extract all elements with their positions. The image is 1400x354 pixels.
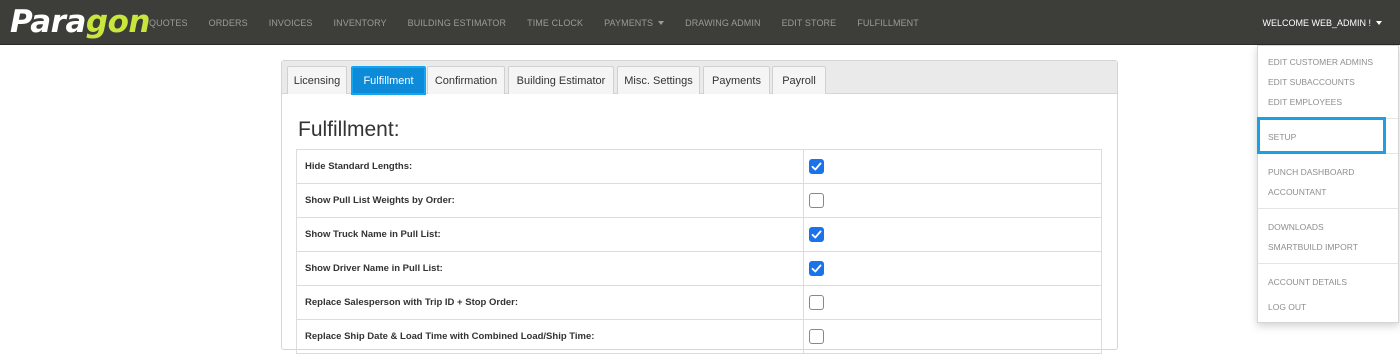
page-title: Fulfillment:: [298, 118, 400, 141]
nav-orders[interactable]: ORDERS: [209, 18, 248, 28]
table-row: Show Driver Name in Pull List:: [296, 251, 1102, 286]
nav-payments-dropdown[interactable]: PAYMENTS: [604, 17, 665, 28]
tab-fulfillment[interactable]: Fulfillment: [351, 66, 426, 95]
setting-checkbox[interactable]: [809, 260, 824, 276]
main-nav: QUOTES ORDERS INVOICES INVENTORY BUILDIN…: [149, 0, 940, 45]
menu-item-downloads[interactable]: DOWNLOADS: [1268, 222, 1324, 232]
nav-quotes[interactable]: QUOTES: [149, 18, 188, 28]
setting-label: Show Pull List Weights by Order:: [296, 183, 804, 218]
menu-item-smartbuild-import[interactable]: SMARTBUILD IMPORT: [1268, 242, 1358, 252]
setting-value-cell: [803, 285, 1102, 320]
table-row: Show Truck Name in Pull List:: [296, 217, 1102, 252]
setting-value-cell: [803, 251, 1102, 286]
logo-text-gon: gon: [85, 4, 151, 40]
caret-down-icon: [658, 20, 665, 25]
tab-misc-settings[interactable]: Misc. Settings: [617, 66, 700, 94]
nav-invoices[interactable]: INVOICES: [269, 18, 313, 28]
setting-value-cell: [803, 319, 1102, 354]
setting-value-cell: [803, 217, 1102, 252]
table-row: Show Pull List Weights by Order:: [296, 183, 1102, 218]
paragon-logo[interactable]: Paragon: [10, 4, 150, 40]
welcome-label: WELCOME WEB_ADMIN !: [1262, 17, 1371, 28]
nav-fulfillment[interactable]: FULFILLMENT: [857, 18, 919, 28]
menu-item-punch-dashboard[interactable]: PUNCH DASHBOARD: [1268, 167, 1354, 177]
tab-confirmation[interactable]: Confirmation: [427, 66, 505, 94]
nav-time-clock[interactable]: TIME CLOCK: [527, 18, 583, 28]
table-row: Replace Ship Date & Load Time with Combi…: [296, 319, 1102, 354]
setting-label: Hide Standard Lengths:: [296, 149, 804, 184]
menu-item-log-out[interactable]: LOG OUT: [1268, 302, 1306, 312]
menu-divider: [1258, 208, 1398, 209]
setting-checkbox[interactable]: [809, 158, 824, 174]
settings-table: Hide Standard Lengths: Show Pull List We…: [296, 149, 1102, 354]
setup-highlight-box: [1257, 117, 1386, 154]
user-menu-toggle[interactable]: WELCOME WEB_ADMIN !: [1254, 0, 1390, 45]
menu-divider: [1258, 263, 1398, 264]
settings-tabs: Licensing Fulfillment Confirmation Build…: [282, 61, 1117, 95]
menu-item-account-details[interactable]: ACCOUNT DETAILS: [1268, 277, 1347, 287]
table-row: Replace Salesperson with Trip ID + Stop …: [296, 285, 1102, 320]
setting-value-cell: [803, 183, 1102, 218]
setting-checkbox[interactable]: [809, 294, 824, 310]
check-icon: [811, 162, 822, 171]
logo-text-para: Para: [10, 4, 86, 40]
nav-payments-label: PAYMENTS: [604, 17, 654, 28]
nav-edit-store[interactable]: EDIT STORE: [782, 18, 837, 28]
menu-item-edit-subaccounts[interactable]: EDIT SUBACCOUNTS: [1268, 77, 1355, 87]
setting-label: Show Driver Name in Pull List:: [296, 251, 804, 286]
tab-payroll[interactable]: Payroll: [772, 66, 826, 94]
tab-payments[interactable]: Payments: [703, 66, 770, 94]
check-icon: [811, 230, 822, 239]
setting-checkbox[interactable]: [809, 328, 824, 344]
setting-checkbox[interactable]: [809, 192, 824, 208]
setting-label: Replace Salesperson with Trip ID + Stop …: [296, 285, 804, 320]
tab-licensing[interactable]: Licensing: [287, 66, 347, 94]
nav-building-estimator[interactable]: BUILDING ESTIMATOR: [408, 18, 506, 28]
table-row: Hide Standard Lengths:: [296, 149, 1102, 184]
menu-item-edit-employees[interactable]: EDIT EMPLOYEES: [1268, 97, 1342, 107]
setting-label: Replace Ship Date & Load Time with Combi…: [296, 319, 804, 354]
check-icon: [811, 264, 822, 273]
setting-checkbox[interactable]: [809, 226, 824, 242]
nav-inventory[interactable]: INVENTORY: [334, 18, 387, 28]
tab-building-estimator[interactable]: Building Estimator: [508, 66, 614, 94]
menu-item-edit-customer-admins[interactable]: EDIT CUSTOMER ADMINS: [1268, 57, 1373, 67]
setting-value-cell: [803, 149, 1102, 184]
menu-item-accountant[interactable]: ACCOUNTANT: [1268, 187, 1326, 197]
setting-label: Show Truck Name in Pull List:: [296, 217, 804, 252]
user-dropdown-menu: EDIT CUSTOMER ADMINS EDIT SUBACCOUNTS ED…: [1257, 45, 1399, 323]
caret-down-icon: [1376, 20, 1382, 25]
nav-drawing-admin[interactable]: DRAWING ADMIN: [685, 18, 760, 28]
top-navbar: Paragon QUOTES ORDERS INVOICES INVENTORY…: [0, 0, 1400, 45]
